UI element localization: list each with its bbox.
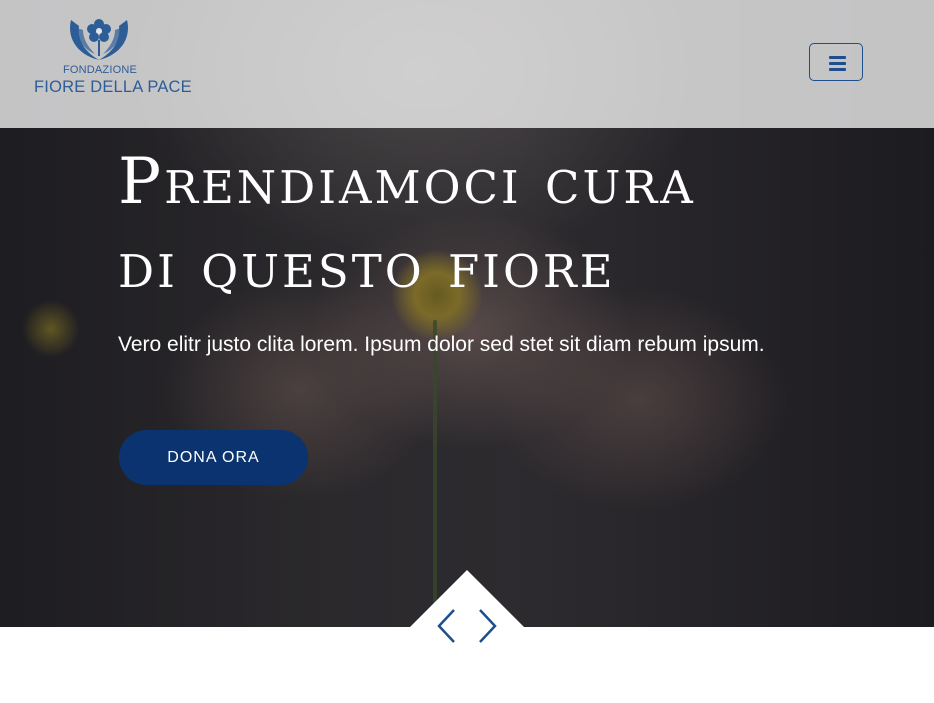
hero-title: Prendiamoci cura di questo fiore (118, 140, 848, 308)
hamburger-menu-icon-bar (829, 62, 846, 65)
hero-title-line1: Prendiamoci cura (118, 145, 696, 219)
carousel-control-diamond (410, 570, 524, 627)
brand-logo[interactable]: FONDAZIONE FIORE DELLA PACE (33, 14, 192, 98)
hero-subtitle: Vero elitr justo clita lorem. Ipsum dolo… (118, 333, 765, 356)
logo-foundation-label: FONDAZIONE (62, 64, 138, 76)
hero-title-line2: di questo fiore (118, 229, 616, 303)
hamburger-menu-icon-bar (829, 68, 846, 71)
logo-name: FIORE DELLA PACE (34, 78, 192, 96)
chevron-right-icon[interactable] (474, 607, 500, 645)
hands-flower-logo-icon (70, 19, 128, 60)
hamburger-menu-icon (829, 56, 846, 59)
chevron-left-icon[interactable] (434, 607, 460, 645)
navbar: FONDAZIONE FIORE DELLA PACE (0, 0, 934, 128)
donate-button[interactable]: DONA ORA (119, 430, 308, 485)
menu-toggle-button[interactable] (809, 43, 863, 81)
